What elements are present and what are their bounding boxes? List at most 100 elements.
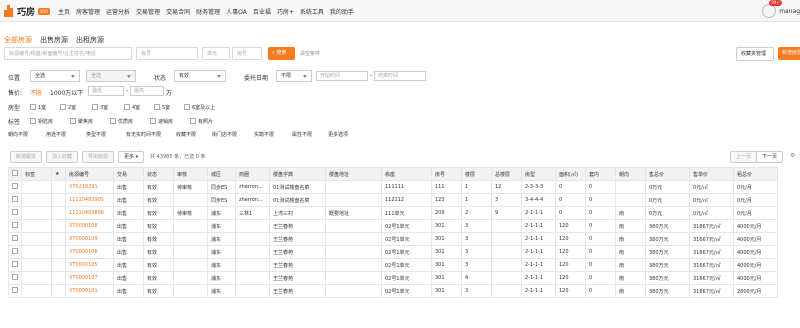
favorite-filter[interactable]: 收藏不限 xyxy=(176,131,196,138)
room-5-checkbox[interactable] xyxy=(154,104,160,110)
nav-item-hr-oa[interactable]: 人事OA xyxy=(226,7,247,16)
table-row[interactable]: XT0000106 出售 有效 浦东 王兰春苑 02号1单元 301 3 2-1-1-1 120 0… xyxy=(8,245,778,259)
building-input[interactable]: 栋号 xyxy=(136,47,198,60)
tag-fast-sale-checkbox[interactable] xyxy=(150,118,156,124)
cell-listing-id[interactable]: XT0000108 xyxy=(65,219,114,233)
table-row[interactable]: XT0000109 出售 有效 浦东 王兰春苑 02号1单元 301 3 2-1-1-1 120 0… xyxy=(8,232,778,246)
min-price-input[interactable]: 最低 xyxy=(88,86,124,96)
favorites-manage-button[interactable]: 收藏夹管理 xyxy=(736,47,774,61)
row-checkbox[interactable] xyxy=(12,274,18,280)
price-option-any[interactable]: 不限 xyxy=(30,88,42,97)
tag-key-checkbox[interactable] xyxy=(30,118,36,124)
column-header-business-area[interactable]: 商圈 xyxy=(235,167,270,181)
column-header-estate-address[interactable]: 楼盘地址 xyxy=(325,167,382,181)
price-option-under-1000[interactable]: 1000万以下 xyxy=(50,88,83,97)
column-header-district[interactable]: 城区 xyxy=(207,167,236,181)
column-header-tags[interactable]: 标签 xyxy=(21,167,52,181)
nav-item-contracts[interactable]: 交易合同 xyxy=(166,7,190,16)
nav-item-analytics[interactable]: 运营分析 xyxy=(106,7,130,16)
cell-listing-id[interactable]: XT0000105 xyxy=(65,258,114,272)
location-sub-select[interactable]: 全选 xyxy=(86,70,136,82)
realtime-filter[interactable]: 有无实时间不限 xyxy=(126,131,161,138)
room-6plus-checkbox[interactable] xyxy=(184,104,190,110)
table-row[interactable]: XT0000105 出售 有效 浦东 王兰春苑 02号1单元 301 3 2-1-1-1 120 0… xyxy=(8,258,778,272)
column-header-orientation[interactable]: 朝向 xyxy=(615,167,646,181)
column-header-star[interactable]: ★ xyxy=(51,167,66,181)
row-checkbox[interactable] xyxy=(12,261,18,267)
room-input[interactable]: 房号 xyxy=(232,47,262,60)
column-header-building[interactable]: 栋座 xyxy=(381,167,432,181)
column-header-total-floors[interactable]: 总楼层 xyxy=(491,167,522,181)
row-checkbox[interactable] xyxy=(12,287,18,293)
app-logo[interactable]: 巧房 V10 xyxy=(4,3,50,19)
nav-item-qiaofang-plus[interactable]: 巧房+ xyxy=(277,7,294,16)
cell-listing-id[interactable]: XT0000106 xyxy=(65,245,114,259)
table-row[interactable]: XT0000101 出售 有效 浦东 王兰春苑 02号1单元 301 3 2-1-1-1 120 0… xyxy=(8,284,778,298)
user-menu[interactable]: 99+ manag xyxy=(762,0,800,22)
room-3-checkbox[interactable] xyxy=(92,104,98,110)
column-header-rent-total[interactable]: 租总价 xyxy=(733,167,778,181)
cell-select-all[interactable] xyxy=(8,206,22,220)
settings-gear-icon[interactable]: ⚙ xyxy=(790,152,795,159)
table-row[interactable]: 11110483896 出售 有效 待审核 浦东 三林1 上湾三村 概要地址 111单元 209 2… xyxy=(8,206,778,220)
cell-listing-id[interactable]: XT0218291 xyxy=(65,180,114,194)
column-header-status[interactable]: 状态 xyxy=(143,167,174,181)
column-header-deal-type[interactable]: 交易 xyxy=(113,167,144,181)
cell-select-all[interactable] xyxy=(8,232,22,246)
status-select[interactable]: 有效 xyxy=(174,70,226,82)
nav-item-home[interactable]: 主页 xyxy=(58,7,70,16)
nav-item-deals[interactable]: 交易管理 xyxy=(136,7,160,16)
store-filter[interactable]: 街门店不限 xyxy=(212,131,237,138)
column-header-listing-id[interactable]: 房源编号 xyxy=(65,167,114,181)
nav-item-house-guest[interactable]: 房客管理 xyxy=(76,7,100,16)
row-checkbox[interactable] xyxy=(12,209,18,215)
tag-quality-checkbox[interactable] xyxy=(110,118,116,124)
nav-item-assistant[interactable]: 我的助手 xyxy=(330,7,354,16)
tag-photo-checkbox[interactable] xyxy=(190,118,196,124)
table-row[interactable]: XT0000108 出售 有效 浦东 王兰春苑 02号1单元 301 3 2-1-1-1 120 0… xyxy=(8,219,778,233)
room-1-checkbox[interactable] xyxy=(30,104,36,110)
attribute-filter[interactable]: 属性不限 xyxy=(292,131,312,138)
cell-listing-id[interactable]: XT0000109 xyxy=(65,232,114,246)
row-checkbox[interactable] xyxy=(12,196,18,202)
cell-select-all[interactable] xyxy=(8,193,22,207)
tag-focus-checkbox[interactable] xyxy=(70,118,76,124)
column-header-layout[interactable]: 房型 xyxy=(521,167,556,181)
more-actions-button[interactable]: 更多 ▾ xyxy=(118,151,145,163)
avatar[interactable]: 99+ xyxy=(762,0,782,18)
select-all-checkbox[interactable] xyxy=(12,170,18,176)
date-range-select[interactable]: 不限 xyxy=(276,70,312,82)
row-checkbox[interactable] xyxy=(12,222,18,228)
start-date-input[interactable]: 开始时间 xyxy=(316,71,368,81)
search-button[interactable]: ⌕ 搜索 xyxy=(268,47,295,60)
unit-input[interactable]: 单元 xyxy=(202,47,230,60)
cell-select-all[interactable] xyxy=(8,258,22,272)
column-header-room-no[interactable]: 房号 xyxy=(431,167,462,181)
cell-listing-id[interactable]: XT0000101 xyxy=(65,284,114,298)
room-2-checkbox[interactable] xyxy=(60,104,66,110)
cell-select-all[interactable] xyxy=(8,219,22,233)
end-date-input[interactable]: 结束时间 xyxy=(374,71,426,81)
add-listing-button[interactable]: 新增房源 xyxy=(778,47,800,60)
user-name[interactable]: manag xyxy=(779,8,800,15)
column-header-select-all[interactable] xyxy=(8,167,22,181)
cell-select-all[interactable] xyxy=(8,271,22,285)
main-search-input[interactable]: 房源编号/楼盘/街面编号/业主姓名/电话 xyxy=(4,47,132,60)
cell-select-all[interactable] xyxy=(8,284,22,298)
row-checkbox[interactable] xyxy=(12,248,18,254)
add-favorite-button[interactable]: 加入收藏 xyxy=(46,151,79,163)
row-checkbox[interactable] xyxy=(12,235,18,241)
location-select[interactable]: 全选 xyxy=(30,70,80,82)
prev-page-button[interactable]: 上一页 xyxy=(730,151,758,163)
column-header-floor[interactable]: 楼层 xyxy=(461,167,492,181)
room-4-checkbox[interactable] xyxy=(124,104,130,110)
cell-listing-id[interactable]: 11110483905 xyxy=(65,193,114,207)
table-row[interactable]: XT0218291 出售 有效 待审核 同步ES zherron... 01测试楼盘名菜 11… xyxy=(8,180,778,194)
type-filter[interactable]: 类型不限 xyxy=(86,131,106,138)
more-options-filter[interactable]: 更多选项 xyxy=(328,131,348,138)
cell-listing-id[interactable]: XT0000107 xyxy=(65,271,114,285)
column-header-area[interactable]: 面积(㎡) xyxy=(555,167,586,181)
cell-select-all[interactable] xyxy=(8,180,22,194)
column-header-sale-total[interactable]: 售总价 xyxy=(645,167,690,181)
cell-select-all[interactable] xyxy=(8,245,22,259)
